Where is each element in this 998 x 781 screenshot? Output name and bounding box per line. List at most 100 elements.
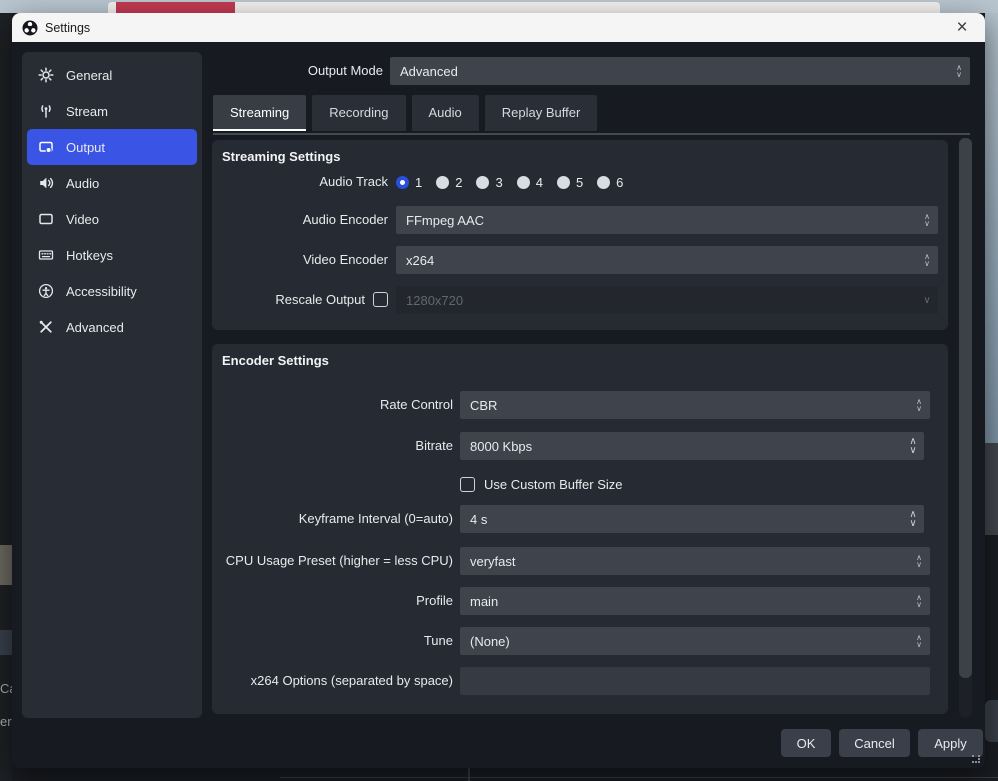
spinner-down-icon: ∨ (916, 405, 922, 412)
sidebar-item-video[interactable]: Video (27, 201, 197, 237)
desktop-background (985, 13, 998, 443)
audio-track-2-radio[interactable]: 2 (436, 175, 462, 190)
accessibility-icon (38, 283, 54, 299)
sidebar-item-label: Video (66, 212, 99, 227)
radio-icon (517, 176, 530, 189)
output-tabs: Streaming Recording Audio Replay Buffer (213, 95, 597, 131)
rate-control-label: Rate Control (212, 391, 453, 419)
monitor-icon (38, 211, 54, 227)
cpu-preset-select[interactable]: veryfast ∧∨ (460, 547, 930, 575)
spinner-icon[interactable]: ∧∨ (916, 206, 938, 234)
use-custom-buffer-label: Use Custom Buffer Size (484, 477, 622, 492)
x264-options-input[interactable] (460, 667, 930, 695)
output-mode-select[interactable]: Advanced ∧ ∨ (390, 57, 970, 85)
rate-control-select[interactable]: CBR ∧∨ (460, 391, 930, 419)
radio-icon (557, 176, 570, 189)
background-red-strip (116, 2, 235, 13)
spinner-icon[interactable]: ∧∨ (902, 505, 924, 533)
scrollbar-thumb[interactable] (959, 138, 972, 678)
tab-audio[interactable]: Audio (412, 95, 479, 131)
sidebar-item-stream[interactable]: Stream (27, 93, 197, 129)
sidebar-item-accessibility[interactable]: Accessibility (27, 273, 197, 309)
bitrate-spinbox[interactable]: 8000 Kbps ∧∨ (460, 432, 924, 460)
spinner-down-icon: ∨ (916, 601, 922, 608)
spinner-down-icon: ∨ (909, 519, 916, 528)
profile-value: main (460, 594, 908, 609)
sidebar-item-label: Accessibility (66, 284, 137, 299)
output-screen-icon (38, 139, 54, 155)
tools-icon (38, 319, 54, 335)
dialog-body: General Stream Output (12, 42, 985, 768)
output-mode-value: Advanced (390, 64, 948, 79)
audio-encoder-select[interactable]: FFmpeg AAC ∧∨ (396, 206, 938, 234)
x264-options-label: x264 Options (separated by space) (212, 667, 453, 695)
audio-track-6-radio[interactable]: 6 (597, 175, 623, 190)
desktop: Ca er Settings × (0, 0, 998, 781)
spinner-down-icon: ∨ (916, 641, 922, 648)
spinner-icon[interactable]: ∧∨ (908, 627, 930, 655)
radio-label: 6 (616, 175, 623, 190)
tab-recording[interactable]: Recording (312, 95, 405, 131)
radio-icon (597, 176, 610, 189)
sidebar-item-output[interactable]: Output (27, 129, 197, 165)
bitrate-value: 8000 Kbps (460, 439, 902, 454)
sidebar-item-general[interactable]: General (27, 57, 197, 93)
obs-logo-icon (22, 20, 38, 36)
audio-track-4-radio[interactable]: 4 (517, 175, 543, 190)
use-custom-buffer-checkbox[interactable] (460, 477, 475, 492)
keyframe-interval-value: 4 s (460, 512, 902, 527)
ok-button[interactable]: OK (781, 729, 831, 757)
close-icon[interactable]: × (947, 13, 977, 42)
output-mode-label: Output Mode (212, 57, 383, 85)
spinner-icon[interactable]: ∧∨ (916, 246, 938, 274)
tab-streaming[interactable]: Streaming (213, 95, 306, 131)
sidebar-item-label: Advanced (66, 320, 124, 335)
cancel-button[interactable]: Cancel (839, 729, 910, 757)
audio-track-label: Audio Track (212, 172, 388, 192)
chevron-down-icon: ∨ (916, 286, 938, 314)
desktop-background (0, 630, 12, 655)
sidebar-item-hotkeys[interactable]: Hotkeys (27, 237, 197, 273)
tune-value: (None) (460, 634, 908, 649)
audio-track-5-radio[interactable]: 5 (557, 175, 583, 190)
spinner-icon[interactable]: ∧ ∨ (948, 57, 970, 85)
audio-track-3-radio[interactable]: 3 (476, 175, 502, 190)
tab-separator (213, 133, 970, 135)
spinner-down-icon: ∨ (924, 220, 930, 227)
tab-replay-buffer[interactable]: Replay Buffer (485, 95, 598, 131)
resize-grip[interactable] (971, 754, 980, 763)
rate-control-value: CBR (460, 398, 908, 413)
spinner-icon[interactable]: ∧∨ (908, 391, 930, 419)
apply-button[interactable]: Apply (918, 729, 983, 757)
background-text-fragment: er (0, 714, 12, 729)
radio-icon (476, 176, 489, 189)
keyframe-interval-spinbox[interactable]: 4 s ∧∨ (460, 505, 924, 533)
radio-selected-icon (396, 176, 409, 189)
gear-icon (38, 67, 54, 83)
spinner-icon[interactable]: ∧∨ (908, 547, 930, 575)
audio-track-radios: 1 2 3 4 5 6 (396, 175, 623, 190)
profile-label: Profile (212, 587, 453, 615)
tune-select[interactable]: (None) ∧∨ (460, 627, 930, 655)
desktop-background (0, 545, 12, 585)
titlebar[interactable]: Settings × (12, 13, 985, 42)
sidebar-item-label: Hotkeys (66, 248, 113, 263)
settings-dialog: Settings × General (12, 13, 985, 768)
audio-track-1-radio[interactable]: 1 (396, 175, 422, 190)
rescale-output-checkbox[interactable] (373, 292, 388, 307)
sidebar-item-advanced[interactable]: Advanced (27, 309, 197, 345)
encoder-settings-panel: Encoder Settings Rate Control CBR ∧∨ Bit… (212, 344, 948, 714)
tune-label: Tune (212, 627, 453, 655)
cpu-preset-value: veryfast (460, 554, 908, 569)
spinner-down-icon: ∨ (909, 446, 916, 455)
desktop-background (0, 13, 12, 781)
video-encoder-select[interactable]: x264 ∧∨ (396, 246, 938, 274)
spinner-icon[interactable]: ∧∨ (902, 432, 924, 460)
profile-select[interactable]: main ∧∨ (460, 587, 930, 615)
desktop-background (985, 443, 998, 535)
sidebar-item-audio[interactable]: Audio (27, 165, 197, 201)
spinner-icon[interactable]: ∧∨ (908, 587, 930, 615)
window-title: Settings (45, 21, 90, 35)
sidebar-item-label: Audio (66, 176, 99, 191)
background-window-edge (280, 777, 998, 778)
